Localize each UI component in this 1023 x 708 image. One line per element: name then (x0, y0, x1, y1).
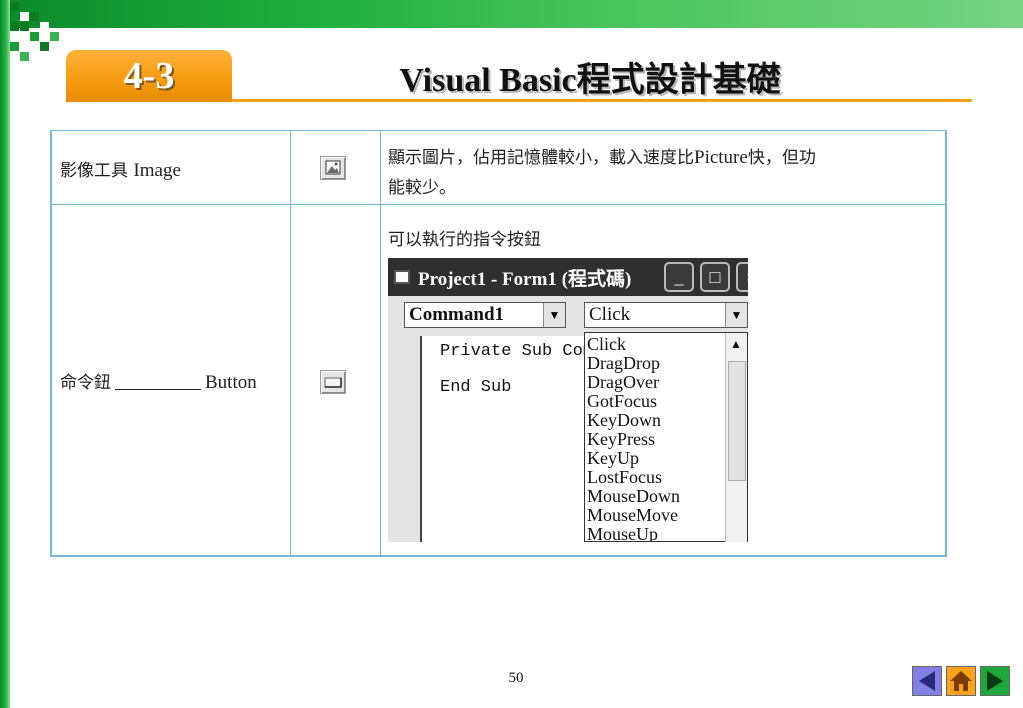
row-button-desc: 可以執行的指令按鈕 (388, 230, 541, 250)
vb-title-bar: Project1 - Form1 (程式碼) (388, 258, 748, 296)
back-button[interactable] (912, 666, 942, 696)
left-decor-band (0, 0, 10, 708)
fill-in-blank (115, 389, 201, 390)
page-number: 50 (508, 670, 524, 686)
row-divider (52, 204, 945, 205)
row-image-desc-part2: 快，但功 (747, 148, 816, 168)
slide-title: Visual Basic程式設計基礎 (399, 62, 781, 99)
row-button-name: 命令鈕 Button (60, 368, 257, 394)
back-icon (919, 671, 935, 691)
dropdown-item[interactable]: DragOver (587, 373, 659, 391)
top-decor-band (0, 0, 1023, 28)
column-divider (380, 131, 381, 555)
dropdown-item[interactable]: MouseMove (587, 506, 678, 524)
event-dropdown-list[interactable]: ▲ Click DragDrop DragOver GotFocus KeyDo… (584, 332, 748, 542)
row-image-name-en: Image (133, 160, 181, 181)
picture-icon (320, 156, 346, 180)
dropdown-item[interactable]: MouseUp (587, 525, 658, 542)
title-underline (232, 99, 972, 102)
event-combo[interactable]: Click ▼ (584, 302, 748, 328)
dropdown-item[interactable]: DragDrop (587, 354, 660, 372)
object-combo-value: Command1 (409, 304, 505, 325)
command-button-icon (320, 370, 346, 394)
scrollbar[interactable]: ▲ (725, 333, 747, 542)
row-image-name-zh: 影像工具 (60, 161, 134, 181)
row-image-desc-picture: Picture (694, 147, 748, 168)
code-line[interactable]: End Sub (440, 378, 511, 397)
scroll-up-icon[interactable]: ▲ (730, 337, 742, 352)
vb-code-window: Project1 - Form1 (程式碼) _ □ × Command1 ▼ … (388, 258, 748, 542)
dropdown-item[interactable]: KeyDown (587, 411, 661, 429)
close-button[interactable]: × (736, 262, 748, 292)
home-icon (950, 671, 972, 691)
vb-window-title: Project1 - Form1 (程式碼) (418, 268, 632, 290)
row-button-name-zh: 命令鈕 (60, 373, 111, 393)
dropdown-item[interactable]: KeyPress (587, 430, 655, 448)
dropdown-item[interactable]: GotFocus (587, 392, 657, 410)
object-combo[interactable]: Command1 ▼ (404, 302, 566, 328)
vb-toolbar: Command1 ▼ Click ▼ (388, 296, 748, 336)
row-image-desc-line2: 能較少。 (388, 178, 456, 198)
forward-icon (987, 671, 1003, 691)
row-button-name-en: Button (205, 372, 257, 393)
window-icon (394, 270, 410, 284)
row-image-desc-part1: 顯示圖片，佔用記憶體較小，載入速度比 (388, 148, 694, 168)
chevron-down-icon[interactable]: ▼ (725, 303, 747, 327)
section-number: 4-3 (123, 55, 175, 97)
row-image-desc: 顯示圖片，佔用記憶體較小，載入速度比Picture快，但功 (388, 143, 816, 169)
code-line[interactable]: Private Sub Comm (440, 342, 603, 361)
column-divider (290, 131, 291, 555)
dropdown-item[interactable]: LostFocus (587, 468, 662, 486)
home-button[interactable] (946, 666, 976, 696)
scrollbar-thumb[interactable] (728, 361, 746, 481)
section-tab: 4-3 (66, 50, 232, 102)
code-gutter (388, 336, 422, 542)
minimize-button[interactable]: _ (664, 262, 694, 292)
chevron-down-icon[interactable]: ▼ (543, 303, 565, 327)
forward-button[interactable] (980, 666, 1010, 696)
row-image-name: 影像工具 Image (60, 156, 181, 182)
event-combo-value: Click (589, 304, 631, 325)
dropdown-item[interactable]: KeyUp (587, 449, 639, 467)
maximize-button[interactable]: □ (700, 262, 730, 292)
dropdown-item[interactable]: MouseDown (587, 487, 680, 505)
dropdown-item[interactable]: Click (587, 335, 626, 353)
